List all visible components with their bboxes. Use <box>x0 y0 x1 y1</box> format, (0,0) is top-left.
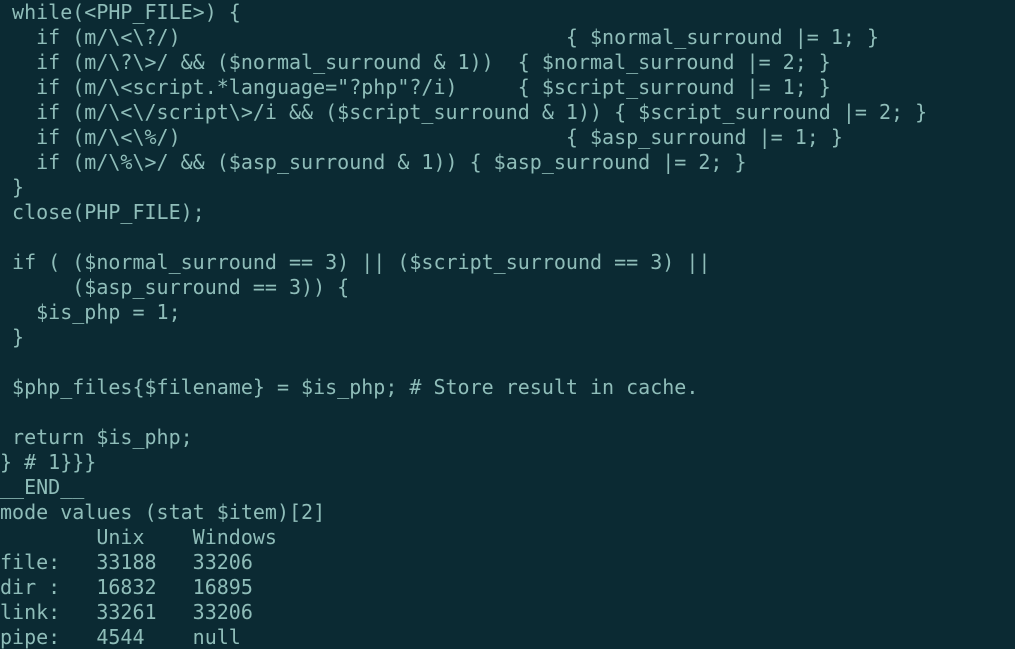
terminal-code-block: while(<PHP_FILE>) { if (m/\<\?/) { $norm… <box>0 0 1015 649</box>
